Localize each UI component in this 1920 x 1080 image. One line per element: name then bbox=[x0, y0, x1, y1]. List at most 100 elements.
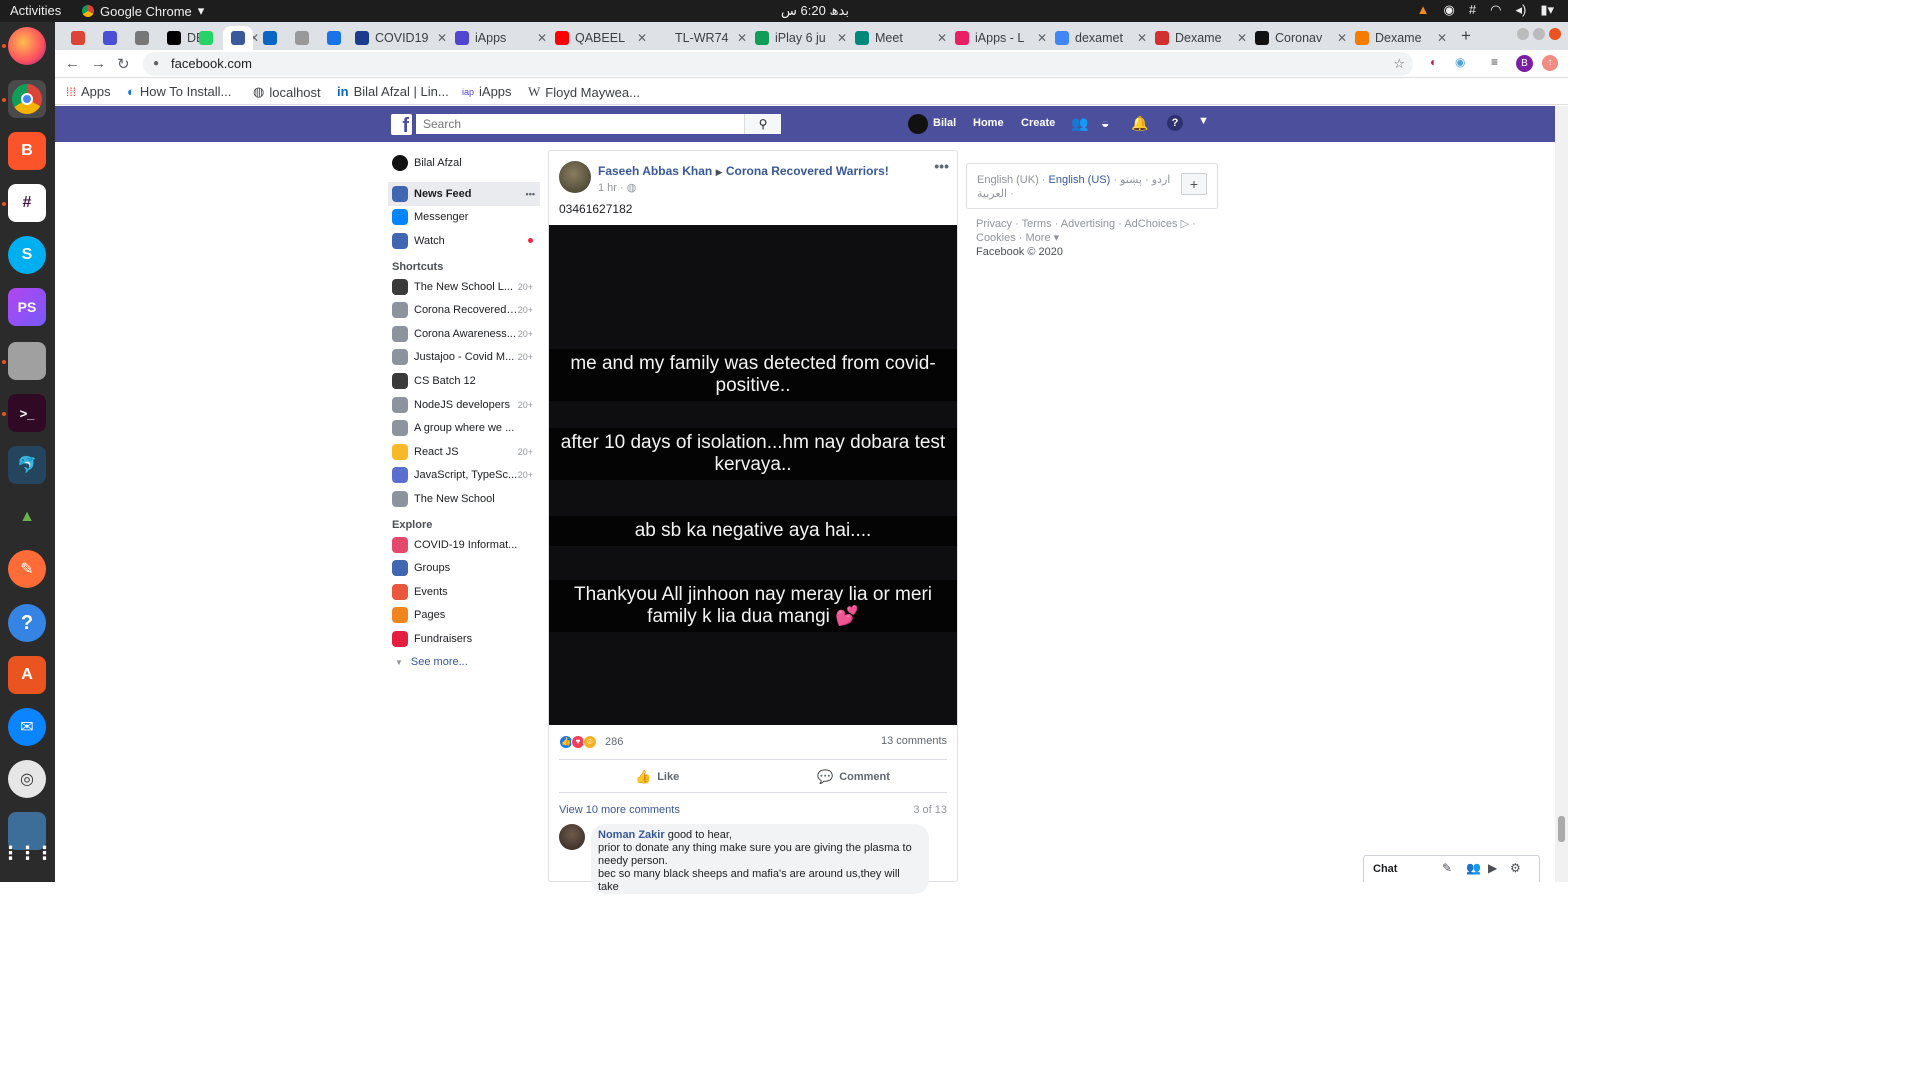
reactions-summary[interactable]: 👍 ♥ ☺ 286 bbox=[559, 735, 623, 749]
browser-tab[interactable] bbox=[191, 26, 221, 50]
comments-count-link[interactable]: 13 comments bbox=[881, 735, 947, 747]
close-tab-icon[interactable]: ✕ bbox=[1037, 31, 1047, 45]
browser-tab[interactable]: iApps - L ✕ bbox=[947, 26, 1055, 50]
browser-tab[interactable]: Dexame ✕ bbox=[1347, 26, 1455, 50]
browser-tab[interactable] bbox=[223, 26, 253, 50]
browser-tab[interactable]: TL-WR74 ✕ bbox=[647, 26, 755, 50]
language-en-us[interactable]: English (US) bbox=[1049, 174, 1111, 186]
profile-shortcut[interactable]: Bilal Afzal bbox=[388, 150, 540, 176]
browser-tab[interactable]: Coronav ✕ bbox=[1247, 26, 1355, 50]
footer-links[interactable]: Privacy · Terms · Advertising · AdChoice… bbox=[976, 217, 1216, 245]
system-tray[interactable]: ▲ ◉ # ◠ ◂) ▮▾ bbox=[1417, 2, 1554, 18]
mysql-workbench-icon[interactable]: 🐬 bbox=[8, 446, 46, 484]
nav-item[interactable]: NodeJS developers 20+ bbox=[388, 393, 540, 417]
commenter-name[interactable]: Noman Zakir bbox=[598, 829, 665, 841]
vlc-icon[interactable]: ▲ bbox=[1417, 2, 1430, 18]
extension-icon-2[interactable]: ◉ bbox=[1455, 55, 1465, 69]
browser-tab[interactable] bbox=[287, 26, 317, 50]
record-icon[interactable]: ◉ bbox=[1444, 2, 1455, 18]
brave-icon[interactable]: B bbox=[8, 132, 46, 170]
see-more-link[interactable]: ▼ See more... bbox=[388, 651, 540, 675]
new-tab-button[interactable]: + bbox=[1461, 26, 1471, 46]
nav-item[interactable]: Events bbox=[388, 580, 540, 604]
browser-tab[interactable]: QABEEL ✕ bbox=[547, 26, 655, 50]
volume-icon[interactable]: ◂) bbox=[1515, 2, 1526, 18]
thunderbird-icon[interactable]: ✉ bbox=[8, 708, 46, 746]
new-message-icon[interactable]: ✎ bbox=[1442, 861, 1452, 875]
home-link[interactable]: Home bbox=[973, 117, 1004, 129]
close-tab-icon[interactable]: ✕ bbox=[1137, 31, 1147, 45]
reload-icon[interactable]: ↻ bbox=[117, 55, 130, 73]
close-tab-icon[interactable]: ✕ bbox=[737, 31, 747, 45]
nav-item[interactable]: Groups bbox=[388, 556, 540, 580]
nav-item[interactable]: Justajoo - Covid M... 20+ bbox=[388, 346, 540, 370]
bookmark-linkedin[interactable]: in Bilal Afzal | Lin... bbox=[337, 84, 449, 99]
bookmark-apps[interactable]: ⁞⁞⁞ Apps bbox=[66, 84, 111, 99]
close-tab-icon[interactable]: ✕ bbox=[637, 31, 647, 45]
bookmark-how-to-install[interactable]: ◐ How To Install... bbox=[127, 84, 231, 99]
language-en-uk[interactable]: English (UK) bbox=[977, 174, 1039, 186]
close-tab-icon[interactable]: ✕ bbox=[1237, 31, 1247, 45]
software-center-icon[interactable]: A bbox=[8, 656, 46, 694]
media-icon[interactable]: ≡ bbox=[1491, 55, 1498, 69]
nav-item[interactable]: A group where we ... bbox=[388, 416, 540, 440]
nav-item[interactable]: JavaScript, TypeSc... 20+ bbox=[388, 464, 540, 488]
comment-button[interactable]: 💬 Comment bbox=[817, 769, 890, 785]
update-icon[interactable]: ↑ bbox=[1542, 55, 1558, 71]
terminal-icon[interactable]: >_ bbox=[8, 394, 46, 432]
facebook-logo[interactable]: f bbox=[391, 114, 412, 135]
skype-icon[interactable]: S bbox=[8, 236, 46, 274]
nav-item[interactable]: Messenger bbox=[388, 206, 540, 230]
phpstorm-icon[interactable]: PS bbox=[8, 288, 46, 326]
clock[interactable]: بدھ 6:20 س bbox=[740, 3, 890, 19]
group-name[interactable]: Corona Recovered Warriors! bbox=[726, 164, 889, 178]
video-call-icon[interactable]: ▶ bbox=[1488, 861, 1497, 875]
battery-icon[interactable]: ▮▾ bbox=[1540, 2, 1554, 18]
nav-item[interactable]: Fundraisers bbox=[388, 627, 540, 651]
browser-tab[interactable]: Meet ✕ bbox=[847, 26, 955, 50]
browser-tab[interactable]: iApps ✕ bbox=[447, 26, 555, 50]
profile-link[interactable]: Bilal bbox=[933, 117, 956, 129]
bookmark-floyd[interactable]: W Floyd Maywea... bbox=[528, 84, 640, 100]
browser-tab[interactable]: Dexame ✕ bbox=[1147, 26, 1255, 50]
browser-tab[interactable] bbox=[63, 26, 93, 50]
chrome-dock-icon[interactable] bbox=[8, 80, 46, 118]
slack-dock-icon[interactable]: # bbox=[8, 184, 46, 222]
search-icon[interactable]: ⚲ bbox=[744, 114, 781, 134]
window-maximize-icon[interactable] bbox=[1533, 28, 1545, 40]
browser-tab[interactable] bbox=[127, 26, 157, 50]
nav-item[interactable]: Corona Awareness... 20+ bbox=[388, 322, 540, 346]
browser-tab[interactable]: dexamet ✕ bbox=[1047, 26, 1155, 50]
address-bar[interactable]: ● facebook.com ☆ bbox=[143, 52, 1413, 76]
page-scrollbar[interactable] bbox=[1555, 106, 1568, 882]
extension-icon[interactable]: ◐ bbox=[1430, 55, 1437, 69]
browser-tab[interactable] bbox=[319, 26, 349, 50]
rocket-icon[interactable]: ▲ bbox=[8, 498, 46, 536]
author-avatar[interactable] bbox=[559, 161, 591, 193]
account-menu-icon[interactable]: ▼ bbox=[1198, 115, 1209, 127]
browser-tab[interactable]: COVID19 ✕ bbox=[347, 26, 455, 50]
activities-button[interactable]: Activities bbox=[10, 3, 61, 18]
search-input[interactable] bbox=[416, 114, 741, 134]
nav-item[interactable]: CS Batch 12 bbox=[388, 369, 540, 393]
more-options-icon[interactable]: ••• bbox=[526, 189, 535, 199]
close-tab-icon[interactable]: ✕ bbox=[1337, 31, 1347, 45]
window-close-icon[interactable] bbox=[1549, 28, 1561, 40]
profile-avatar[interactable]: B bbox=[1516, 55, 1533, 72]
bookmark-localhost[interactable]: ◍ localhost bbox=[253, 84, 321, 100]
user-avatar[interactable] bbox=[908, 114, 928, 134]
help-icon[interactable]: ? bbox=[8, 604, 46, 642]
nav-item[interactable]: News Feed ••• bbox=[388, 182, 540, 206]
browser-tab[interactable] bbox=[255, 26, 285, 50]
browser-tab[interactable]: iPlay 6 ju ✕ bbox=[747, 26, 855, 50]
chat-bar[interactable]: Chat ✎ 👥 ▶ ⚙ bbox=[1363, 855, 1540, 882]
nav-item[interactable]: The New School bbox=[388, 487, 540, 511]
like-button[interactable]: 👍 Like bbox=[635, 769, 679, 785]
close-tab-icon[interactable]: ✕ bbox=[937, 31, 947, 45]
bookmark-iapps[interactable]: iap iApps bbox=[462, 84, 512, 99]
firefox-icon[interactable] bbox=[8, 27, 46, 65]
slack-icon[interactable]: # bbox=[1469, 2, 1476, 18]
nav-item[interactable]: Corona Recovered ... 20+ bbox=[388, 298, 540, 322]
commenter-avatar[interactable] bbox=[559, 824, 585, 850]
back-icon[interactable]: ← bbox=[65, 55, 80, 72]
